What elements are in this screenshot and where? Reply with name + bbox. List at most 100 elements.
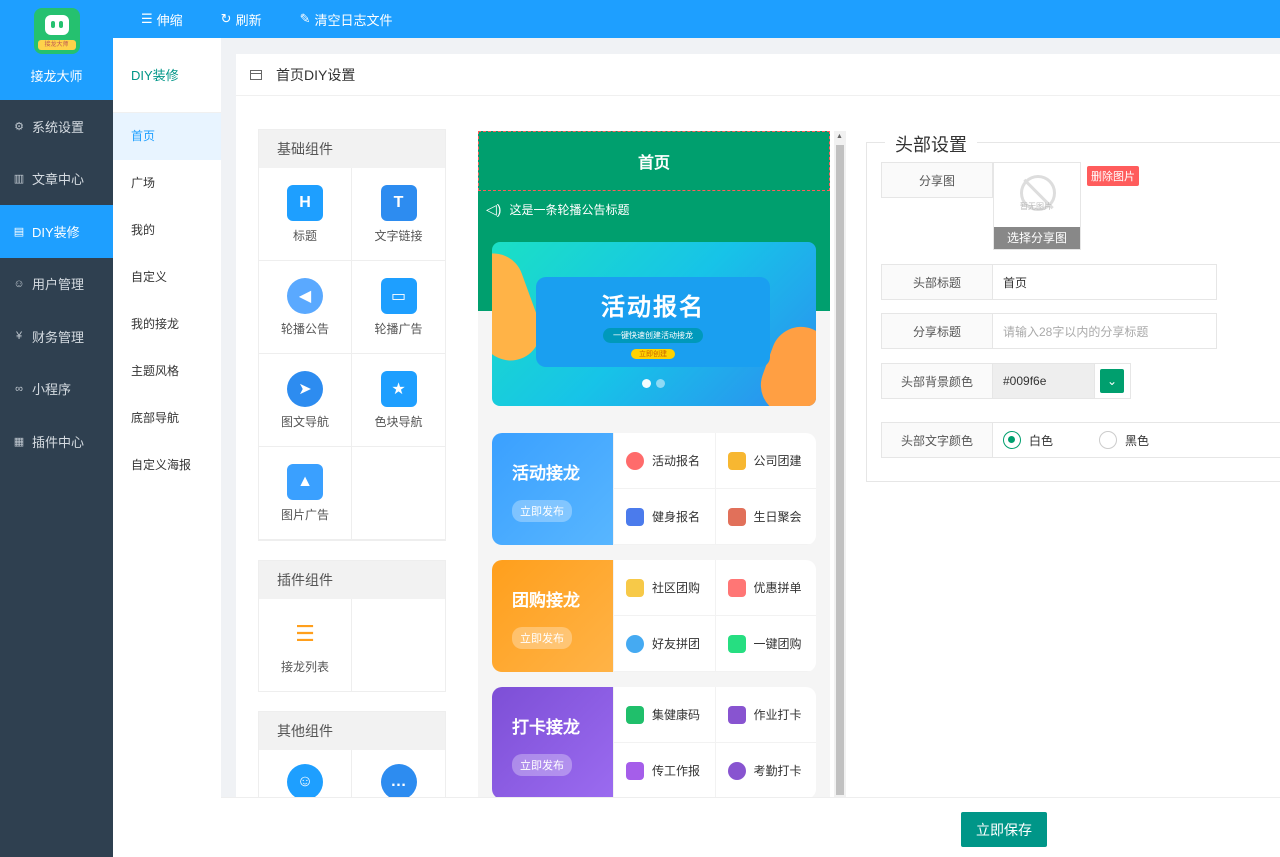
slides-icon: ▭ <box>380 277 417 314</box>
refresh-button[interactable]: ↻ 刷新 <box>221 10 262 29</box>
speaker-icon: ◀ <box>287 277 323 314</box>
bg-color-input[interactable]: #009f6e <box>993 363 1095 399</box>
component-block-nav[interactable]: ★ 色块导航 <box>352 354 445 447</box>
component-notice[interactable]: ◀ 轮播公告 <box>259 261 352 354</box>
subnav-item-home[interactable]: 首页 <box>113 113 221 160</box>
subnav-item-poster[interactable]: 自定义海报 <box>113 442 221 489</box>
list-icon: ☰ <box>295 620 315 646</box>
subnav-item-bottom-nav[interactable]: 底部导航 <box>113 395 221 442</box>
plugin-components-panel: 插件组件 ☰ 接龙列表 <box>258 560 446 692</box>
sidebar-item-miniprogram[interactable]: ∞ 小程序 <box>0 363 113 416</box>
other-components-title: 其他组件 <box>259 712 445 750</box>
broom-icon: ✎ <box>299 11 311 26</box>
list-item: 作业打卡 <box>714 687 816 743</box>
health-code-icon <box>626 705 644 724</box>
list-item: 集健康码 <box>613 687 715 743</box>
sidebar-item-plugins[interactable]: ▦ 插件中心 <box>0 415 113 468</box>
preview-scrollbar[interactable]: ▲ <box>834 131 846 799</box>
banner-pagination <box>642 379 670 388</box>
save-button[interactable]: 立即保存 <box>961 812 1047 847</box>
shop-icon <box>626 578 644 597</box>
preview-card-groupbuy[interactable]: 团购接龙 立即发布 社区团购 优惠拼单 好友拼团 一键团购 <box>492 560 816 672</box>
text-color-options: 白色 黑色 <box>993 422 1280 458</box>
sidebar-item-system[interactable]: ⚙ 系统设置 <box>0 100 113 153</box>
sidebar-item-diy[interactable]: ▤ DIY装修 <box>0 205 113 258</box>
preview-notice[interactable]: ◁) 这是一条轮播公告标题 <box>486 201 629 218</box>
subnav-item-theme[interactable]: 主题风格 <box>113 348 221 395</box>
top-toolbar: ☰ 伸缩 ↻ 刷新 ✎ 清空日志文件 <box>113 0 1280 38</box>
book-icon: ▥ <box>13 173 25 186</box>
speaker-icon: ◁) <box>486 201 502 217</box>
component-image-ad[interactable]: ▲ 图片广告 <box>259 447 352 540</box>
page-header: 首页DIY设置 <box>236 54 1280 96</box>
list-item: 好友拼团 <box>613 616 715 672</box>
list-item: 考勤打卡 <box>714 743 816 799</box>
delete-image-button[interactable]: 删除图片 <box>1087 166 1139 186</box>
location-icon <box>727 761 746 780</box>
component-image-nav[interactable]: ➤ 图文导航 <box>259 354 352 447</box>
sidebar-item-articles[interactable]: ▥ 文章中心 <box>0 153 113 206</box>
basic-components-panel: 基础组件 H 标题 T 文字链接 ◀ 轮播公告 ▭ 轮播广告 ➤ 图文导航 ★ 色块导航 ▲… <box>258 129 446 541</box>
radio-white[interactable] <box>1003 431 1021 449</box>
refresh-icon: ↻ <box>220 11 232 26</box>
preview-card-activity[interactable]: 活动接龙 立即发布 活动报名 公司团建 健身报名 生日聚会 <box>492 433 816 545</box>
calendar-icon <box>626 761 644 780</box>
star-badge-icon: ★ <box>380 370 417 407</box>
component-service[interactable]: ☺ <box>259 750 352 803</box>
chat-icon: … <box>380 764 417 800</box>
list-item: 传工作报 <box>613 743 715 799</box>
preview-banner[interactable]: 活动报名 一键快速创建活动接龙 立即创建 <box>492 242 816 406</box>
preview-card-checkin[interactable]: 打卡接龙 立即发布 集健康码 作业打卡 传工作报 考勤打卡 <box>492 687 816 799</box>
text-icon: T <box>380 184 417 221</box>
app-logo: 接龙大师 <box>33 8 80 54</box>
collapse-button[interactable]: ☰ 伸缩 <box>141 10 183 29</box>
sidebar-item-finance[interactable]: ¥ 财务管理 <box>0 310 113 363</box>
radio-black[interactable] <box>1099 431 1118 449</box>
subnav-item-mine[interactable]: 我的 <box>113 207 221 254</box>
list-item: 健身报名 <box>613 489 715 545</box>
subnav-item-custom[interactable]: 自定义 <box>113 254 221 301</box>
yen-icon: ¥ <box>15 330 23 343</box>
phone-preview: 首页 ◁) 这是一条轮播公告标题 活动报名 一键快速创建活动接龙 立即创建 活动接… <box>478 131 830 799</box>
cake-icon <box>727 507 746 526</box>
select-share-image-button[interactable]: 选择分享图 <box>994 227 1080 249</box>
subnav-title: DIY装修 <box>113 38 221 113</box>
share-title-input[interactable]: 请输入28字以内的分享标题 <box>993 313 1217 349</box>
component-text-link[interactable]: T 文字链接 <box>352 168 445 261</box>
plugin-components-title: 插件组件 <box>259 561 445 599</box>
preview-header[interactable]: 首页 <box>478 131 830 191</box>
component-title[interactable]: H 标题 <box>259 168 352 261</box>
component-banner[interactable]: ▭ 轮播广告 <box>352 261 445 354</box>
page-title: 首页DIY设置 <box>276 66 356 83</box>
sidebar-item-users[interactable]: ☺ 用户管理 <box>0 258 113 311</box>
link-icon: ∞ <box>15 382 23 395</box>
share-image-row: 分享图 <box>881 162 993 198</box>
gear-icon: ⚙ <box>14 120 24 133</box>
list-item: 公司团建 <box>714 433 816 489</box>
component-jielong-list[interactable]: ☰ 接龙列表 <box>259 599 352 692</box>
at-icon <box>626 634 644 653</box>
subnav-item-my-jielong[interactable]: 我的接龙 <box>113 301 221 348</box>
main-panel: 首页DIY设置 基础组件 H 标题 T 文字链接 ◀ 轮播公告 ▭ 轮播广告 ➤ 图文导航… <box>236 54 1280 804</box>
footer-bar: 立即保存 <box>221 797 1280 857</box>
list-item: 一键团购 <box>714 616 816 672</box>
share-image-picker[interactable]: 暂无图片 选择分享图 <box>993 162 1081 250</box>
subnav-item-square[interactable]: 广场 <box>113 160 221 207</box>
layout-icon: ▤ <box>13 225 25 238</box>
balloon-icon <box>626 451 644 470</box>
basic-components-title: 基础组件 <box>259 130 445 168</box>
component-wechat[interactable]: … <box>352 750 445 803</box>
bg-color-row: 头部背景颜色 #009f6e ⌄ <box>881 363 1131 399</box>
header-title-input[interactable]: 首页 <box>993 264 1217 300</box>
header-title-row: 头部标题 首页 <box>881 264 1217 300</box>
list-item: 活动报名 <box>613 433 715 489</box>
navigation-icon: ➤ <box>287 370 323 407</box>
component-empty <box>352 447 445 540</box>
main-sidebar: 接龙大师 接龙大师 ⚙ 系统设置 ▥ 文章中心 ▤ DIY装修 ☺ 用户管理 ¥ 财务管理… <box>0 0 113 857</box>
cocktail-icon <box>727 451 746 470</box>
list-item: 社区团购 <box>613 560 715 616</box>
homework-icon <box>727 705 746 724</box>
clear-log-button[interactable]: ✎ 清空日志文件 <box>300 10 393 29</box>
user-icon: ☺ <box>13 277 25 290</box>
color-picker-button[interactable]: ⌄ <box>1095 363 1131 399</box>
